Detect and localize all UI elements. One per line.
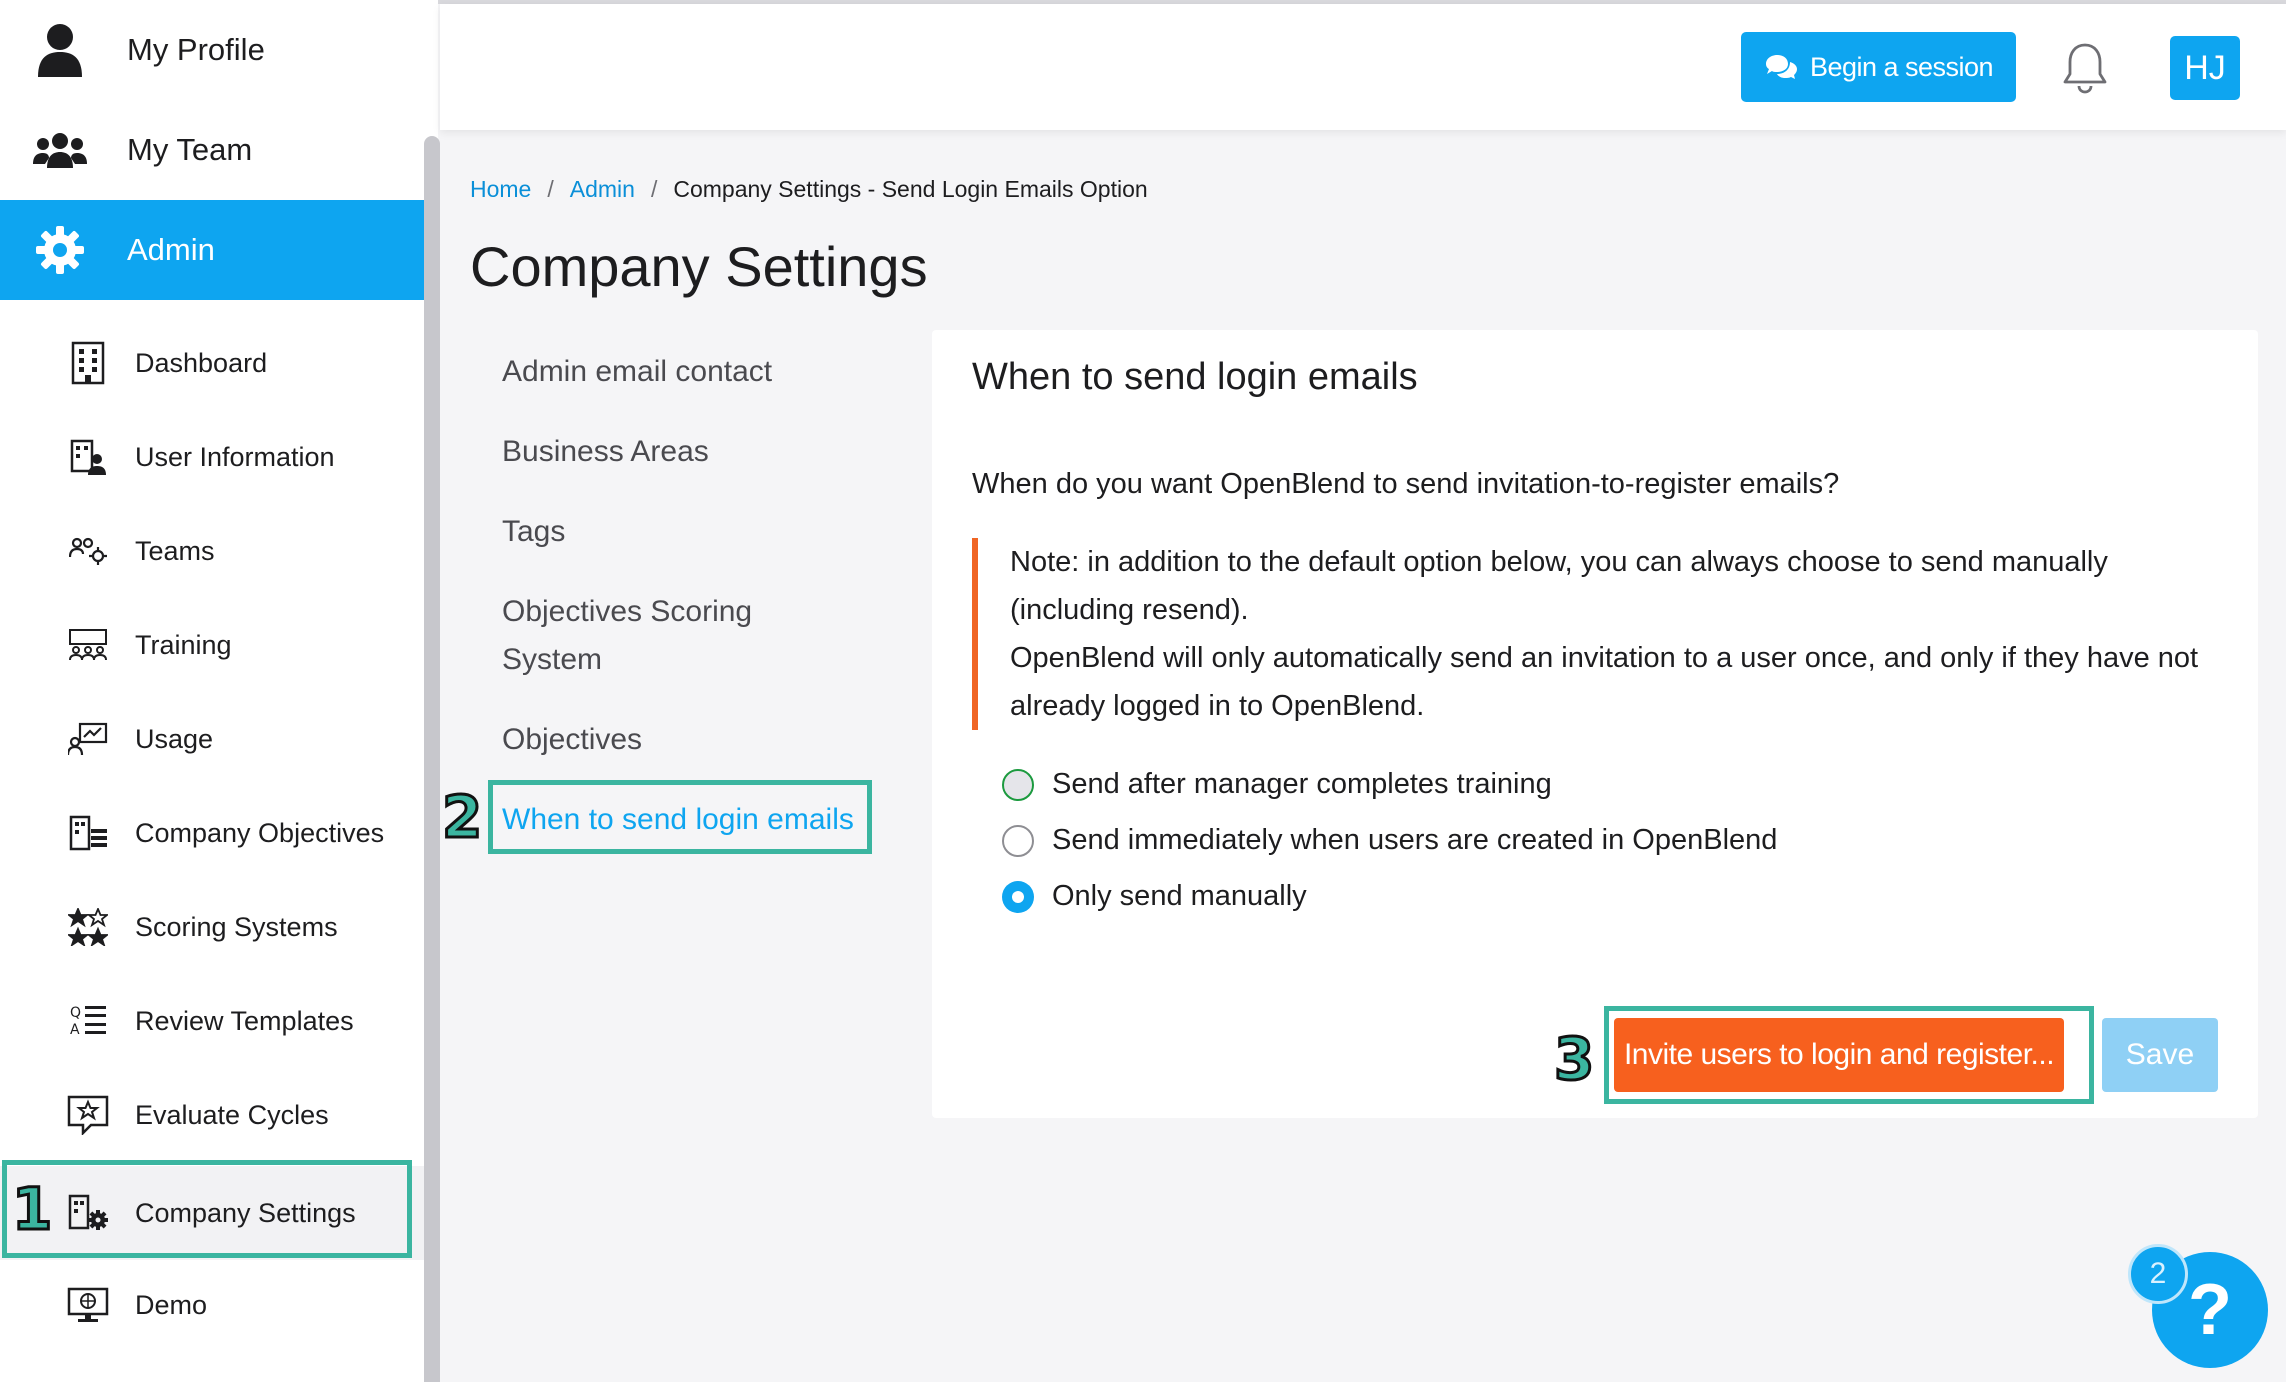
settings-nav-label-line2: System: [502, 643, 603, 676]
sidebar-item-label: Demo: [135, 1289, 208, 1320]
sidebar-item-label: Training: [135, 629, 232, 660]
step-marker-1: 1: [10, 1175, 53, 1243]
option-after-training[interactable]: Send after manager completes training: [1002, 768, 1552, 801]
settings-nav-objectives[interactable]: Objectives: [502, 716, 642, 764]
user-info-icon: [66, 435, 110, 479]
sidebar-item-user-information[interactable]: User Information: [0, 412, 424, 502]
login-emails-card: When to send login emails When do you wa…: [932, 330, 2258, 1118]
sidebar-item-admin[interactable]: Admin: [0, 200, 424, 300]
step-marker-3: 3: [1552, 1025, 1595, 1093]
sidebar-item-my-profile[interactable]: My Profile: [0, 0, 424, 100]
question-text: When do you want OpenBlend to send invit…: [972, 468, 1840, 500]
sidebar-scrollbar[interactable]: [424, 136, 440, 1382]
note-callout: Note: in addition to the default option …: [972, 538, 2232, 730]
sidebar-item-label: Company Objectives: [135, 817, 385, 848]
option-label: Send immediately when users are created …: [1052, 824, 1778, 856]
sidebar-item-label: My Team: [127, 132, 253, 167]
settings-nav-tags[interactable]: Tags: [502, 508, 565, 556]
highlight-box-invite-button: [1604, 1006, 2094, 1104]
sidebar-item-label: Scoring Systems: [135, 911, 338, 942]
sidebar-item-label: Usage: [135, 723, 214, 754]
breadcrumb: Home / Admin / Company Settings - Send L…: [470, 176, 1148, 203]
svg-text:A: A: [70, 1022, 80, 1038]
sidebar-item-label: User Information: [135, 441, 335, 472]
review-templates-icon: QA: [66, 999, 110, 1043]
sidebar-item-my-team[interactable]: My Team: [0, 100, 424, 200]
bell-icon[interactable]: [2060, 42, 2110, 94]
sidebar-item-label: Admin: [127, 232, 215, 267]
sidebar-item-label: Teams: [135, 535, 215, 566]
avatar[interactable]: HJ: [2170, 36, 2240, 100]
sidebar-item-teams[interactable]: Teams: [0, 506, 424, 596]
page-title: Company Settings: [470, 235, 928, 298]
begin-session-button[interactable]: Begin a session: [1741, 32, 2016, 102]
settings-nav-business-areas[interactable]: Business Areas: [502, 428, 709, 476]
radio-button-checked[interactable]: [1002, 880, 1034, 913]
card-title: When to send login emails: [972, 356, 1418, 398]
radio-button[interactable]: [1002, 768, 1034, 801]
option-immediately[interactable]: Send immediately when users are created …: [1002, 824, 1777, 857]
help-badge: 2: [2128, 1244, 2188, 1304]
building-icon: [66, 341, 110, 385]
note-line: OpenBlend will only automatically send a…: [1010, 642, 2199, 722]
sidebar-item-review-templates[interactable]: QA Review Templates: [0, 976, 424, 1066]
begin-session-label: Begin a session: [1809, 51, 1994, 82]
breadcrumb-admin[interactable]: Admin: [570, 176, 635, 203]
top-header: Begin a session HJ: [440, 4, 2286, 130]
training-icon: [66, 623, 110, 667]
sidebar-item-usage[interactable]: Usage: [0, 694, 424, 784]
highlight-box-login-emails-nav: [488, 780, 872, 854]
sidebar-item-demo[interactable]: Demo: [0, 1260, 424, 1350]
breadcrumb-separator: /: [547, 176, 554, 202]
highlight-box-company-settings: [2, 1160, 412, 1258]
chat-bubbles-icon: [1764, 54, 1798, 80]
option-manually[interactable]: Only send manually: [1002, 880, 1307, 913]
user-icon: [30, 20, 90, 80]
usage-icon: [66, 717, 110, 761]
save-button[interactable]: Save: [2102, 1018, 2218, 1092]
breadcrumb-home[interactable]: Home: [470, 176, 531, 203]
teams-icon: [66, 529, 110, 573]
radio-button[interactable]: [1002, 824, 1034, 857]
team-icon: [30, 120, 90, 180]
sidebar-item-company-objectives[interactable]: Company Objectives: [0, 788, 424, 878]
settings-nav-objectives-scoring-system[interactable]: Objectives Scoring System: [502, 588, 752, 684]
sidebar-item-label: Evaluate Cycles: [135, 1099, 329, 1130]
option-label: Send after manager completes training: [1052, 768, 1552, 800]
option-label: Only send manually: [1052, 880, 1307, 912]
settings-nav-admin-email-contact[interactable]: Admin email contact: [502, 348, 772, 396]
svg-text:Q: Q: [70, 1005, 81, 1021]
sidebar-item-label: Dashboard: [135, 347, 268, 378]
gear-icon: [30, 220, 90, 280]
settings-nav-label: Objectives Scoring: [502, 595, 753, 628]
sidebar-item-training[interactable]: Training: [0, 600, 424, 690]
sidebar-item-label: My Profile: [127, 32, 265, 67]
sidebar-item-evaluate-cycles[interactable]: Evaluate Cycles: [0, 1070, 424, 1160]
sidebar-item-scoring-systems[interactable]: Scoring Systems: [0, 882, 424, 972]
company-objectives-icon: [66, 811, 110, 855]
breadcrumb-separator: /: [650, 176, 658, 202]
sidebar-item-label: Review Templates: [135, 1005, 354, 1036]
evaluate-cycles-icon: [66, 1093, 110, 1137]
monitor-icon: [66, 1283, 110, 1327]
stars-icon: [66, 905, 110, 949]
sidebar-item-dashboard[interactable]: Dashboard: [0, 318, 424, 408]
breadcrumb-current: Company Settings - Send Login Emails Opt…: [673, 176, 1148, 202]
note-line: Note: in addition to the default option …: [1010, 546, 2108, 626]
step-marker-2: 2: [440, 783, 483, 851]
question-mark-icon: ?: [2188, 1270, 2232, 1350]
